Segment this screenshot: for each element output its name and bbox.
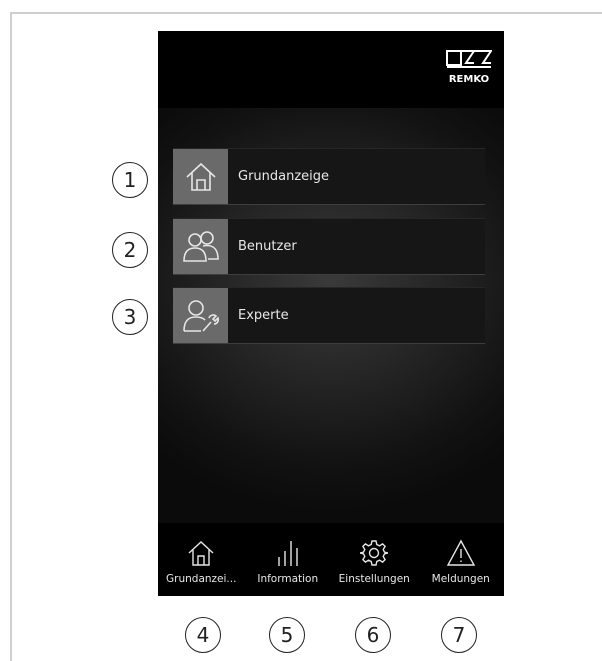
expert-icon — [182, 299, 219, 332]
frame-top-border — [10, 12, 602, 14]
callout-1: 1 — [112, 162, 148, 198]
menu-item-grundanzeige[interactable]: Grundanzeige — [173, 149, 485, 204]
callout-4: 4 — [185, 617, 221, 653]
gear-icon — [360, 540, 389, 566]
users-icon — [182, 230, 219, 262]
nav-label-grundanzeige: Grundanzei... — [166, 573, 237, 585]
remko-logo: REMKO — [446, 50, 492, 90]
menu-icon-tile — [173, 149, 228, 204]
nav-icon-wrap — [245, 523, 332, 567]
nav-icon-wrap — [418, 523, 505, 567]
logo-text: REMKO — [448, 74, 490, 85]
bottom-navigation: Grundanzei... Information Einstellungen … — [158, 523, 504, 596]
menu-label-grundanzeige: Grundanzeige — [238, 169, 330, 184]
nav-label-einstellungen: Einstellungen — [338, 573, 410, 585]
callout-7: 7 — [441, 617, 477, 653]
home-icon — [185, 162, 216, 191]
callout-3: 3 — [112, 299, 148, 335]
device-screen: REMKO Grundanzeige Benutzer Experte Grun… — [158, 31, 504, 596]
nav-item-einstellungen[interactable]: Einstellungen — [331, 523, 418, 596]
menu-icon-tile — [173, 219, 228, 274]
nav-label-information: Information — [257, 573, 319, 585]
nav-icon-wrap — [331, 523, 418, 567]
menu-item-experte[interactable]: Experte — [173, 288, 485, 343]
menu-label-experte: Experte — [238, 308, 289, 323]
callout-2: 2 — [112, 232, 148, 268]
nav-label-meldungen: Meldungen — [431, 573, 490, 585]
nav-item-grundanzeige[interactable]: Grundanzei... — [158, 523, 245, 596]
home-icon — [188, 541, 214, 566]
main-content: Grundanzeige Benutzer Experte — [158, 108, 504, 523]
callout-5: 5 — [269, 617, 305, 653]
nav-item-meldungen[interactable]: Meldungen — [418, 523, 505, 596]
frame-left-border — [10, 12, 12, 661]
callout-6: 6 — [355, 617, 391, 653]
nav-icon-wrap — [158, 523, 245, 567]
nav-item-information[interactable]: Information — [245, 523, 332, 596]
app-header: REMKO — [158, 31, 504, 108]
menu-item-benutzer[interactable]: Benutzer — [173, 219, 485, 274]
bars-icon — [278, 541, 298, 566]
warning-icon — [446, 539, 475, 566]
menu-icon-tile — [173, 288, 228, 343]
menu-label-benutzer: Benutzer — [238, 239, 297, 254]
